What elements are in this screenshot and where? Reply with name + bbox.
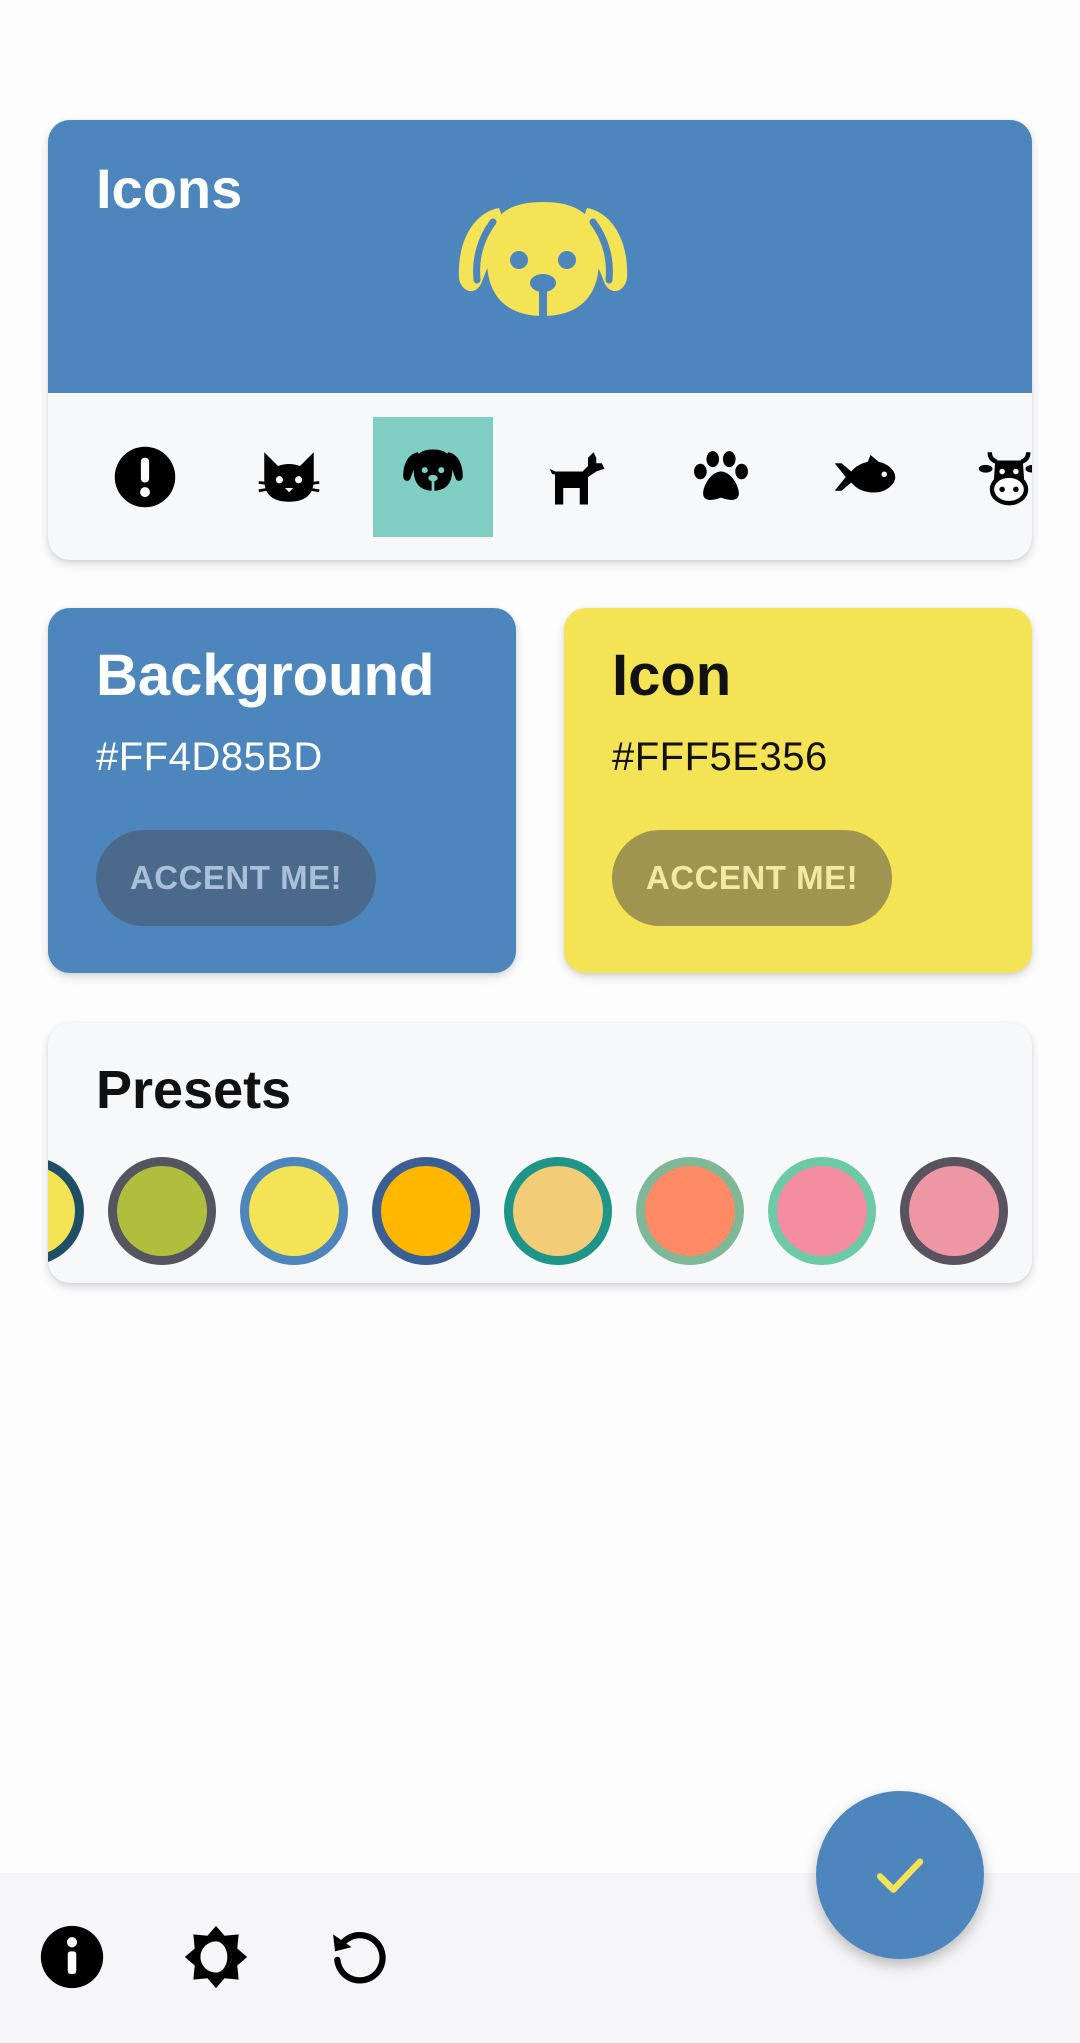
fish-icon — [834, 455, 896, 493]
icon-picker-strip — [48, 393, 1032, 560]
icon-option-paw[interactable] — [661, 417, 781, 537]
background-title: Background — [96, 643, 435, 708]
icons-title: Icons — [96, 157, 243, 220]
cow-icon — [978, 452, 1032, 506]
preset-swatch[interactable] — [900, 1157, 1008, 1265]
icon-hex-value: #FFF5E356 — [612, 735, 828, 779]
icon-option-alert[interactable] — [85, 417, 205, 537]
preset-swatch[interactable] — [108, 1157, 216, 1265]
preset-swatch[interactable] — [372, 1157, 480, 1265]
icon-option-dog-side[interactable] — [517, 417, 637, 537]
info-icon — [40, 1925, 104, 1989]
icon-option-dog-face[interactable] — [373, 417, 493, 537]
dog-face-icon — [403, 449, 463, 493]
dog-face-icon — [458, 202, 628, 320]
paw-icon — [694, 451, 748, 500]
icon-option-cat[interactable] — [229, 417, 349, 537]
check-icon — [876, 1858, 924, 1893]
dog-side-icon — [549, 452, 605, 505]
reset-button[interactable] — [320, 1917, 400, 1997]
icon-option-fish[interactable] — [805, 417, 925, 537]
background-hex-value: #FF4D85BD — [96, 735, 323, 779]
alert-circle-icon — [114, 446, 176, 508]
background-color-card[interactable]: Background #FF4D85BD ACCENT ME! — [48, 608, 516, 973]
icon-option-cow[interactable] — [949, 417, 1032, 537]
confirm-fab[interactable] — [816, 1791, 984, 1959]
info-button[interactable] — [32, 1917, 112, 1997]
preset-swatch[interactable] — [48, 1157, 84, 1265]
icon-color-title: Icon — [612, 643, 732, 708]
presets-title: Presets — [96, 1060, 292, 1120]
icons-preview-header: Icons — [48, 120, 1032, 393]
preset-swatch[interactable] — [636, 1157, 744, 1265]
icons-card: Icons — [48, 120, 1032, 560]
preset-swatch[interactable] — [504, 1157, 612, 1265]
preset-swatch[interactable] — [768, 1157, 876, 1265]
presets-card: Presets — [48, 1023, 1032, 1283]
theme-button[interactable] — [176, 1917, 256, 1997]
reset-icon — [333, 1931, 386, 1984]
icon-color-card[interactable]: Icon #FFF5E356 ACCENT ME! — [564, 608, 1032, 973]
preset-swatch[interactable] — [240, 1157, 348, 1265]
icon-accent-button[interactable]: ACCENT ME! — [612, 830, 892, 926]
background-accent-button[interactable]: ACCENT ME! — [96, 830, 376, 926]
brightness-icon — [184, 1925, 248, 1989]
cat-icon — [258, 452, 320, 502]
presets-row — [48, 1151, 1032, 1271]
